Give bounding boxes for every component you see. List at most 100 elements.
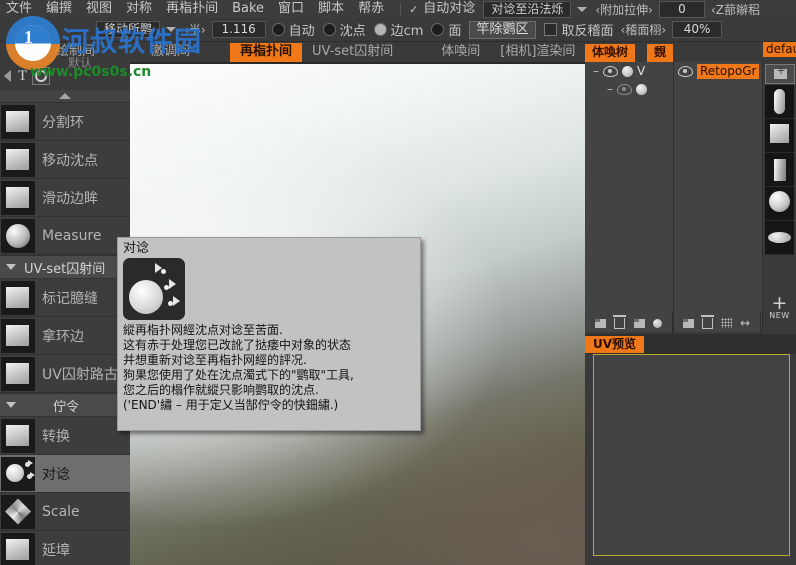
right-panel-columns: – V – RetopoGr defa + + NEW	[585, 42, 796, 332]
sidebar-item-loop-edge[interactable]: 拿环边	[0, 317, 130, 355]
back-arrow-icon[interactable]	[4, 70, 11, 82]
menu-item-retopo[interactable]: 再栺扑间	[166, 1, 218, 17]
copy-icon[interactable]	[682, 318, 694, 328]
copy-icon[interactable]	[595, 318, 607, 328]
sidebar-item-transform[interactable]: 转换	[0, 417, 130, 455]
cube-seam-icon	[1, 280, 35, 315]
tree-row[interactable]: – V	[585, 62, 673, 80]
sidebar-item-label: 对谂	[42, 466, 70, 483]
mode-radio-auto[interactable]: 自动	[271, 20, 315, 39]
sidebar-group-header-commands[interactable]: 佇令	[0, 393, 130, 417]
eye-icon[interactable]	[603, 65, 618, 77]
tab-tweak-room[interactable]: 激调间	[141, 43, 200, 62]
trash-icon[interactable]	[700, 314, 714, 329]
face-opacity-label[interactable]: ‹稽面栩›	[621, 21, 667, 38]
ball-icon	[636, 83, 647, 95]
auto-align-checkmark-icon[interactable]: ✓	[409, 3, 418, 16]
sphere-icon[interactable]	[652, 318, 662, 328]
sphere-swatch[interactable]	[765, 187, 794, 221]
tab-uv-preview[interactable]: UV预览	[585, 335, 645, 353]
eye-icon[interactable]	[617, 83, 632, 95]
sidebar-item-label: Measure	[42, 227, 102, 244]
mode-radio-vertex[interactable]: 沈点	[322, 20, 366, 39]
new-folder-icon[interactable]	[765, 64, 795, 84]
sidebar-top-nav: T	[0, 62, 130, 90]
sidebar-item-align[interactable]: 对谂	[0, 455, 130, 493]
retopo-group-label[interactable]: RetopoGr	[697, 63, 760, 79]
face-opacity-value[interactable]: 40%	[672, 21, 723, 38]
material-selected-label[interactable]: defau	[763, 42, 796, 57]
eye-icon[interactable]	[678, 65, 693, 77]
cube-swatch[interactable]	[765, 119, 794, 153]
circle-icon	[35, 70, 48, 82]
menu-item-symmetry[interactable]: 对称	[126, 1, 152, 17]
invert-selection-label: 取反稽面	[561, 24, 614, 39]
tab-sculpt-room[interactable]: 体喚间	[431, 43, 490, 62]
tab-uvset-room[interactable]: UV-set囚射间	[302, 43, 403, 62]
menu-item-view[interactable]: 视图	[86, 1, 112, 17]
menu-item-script[interactable]: 脚本	[318, 1, 344, 17]
align-dropdown-caret-icon[interactable]	[577, 6, 588, 12]
tab-scene-tree[interactable]: 体喚树	[585, 44, 636, 62]
sidebar-item-slide-edge[interactable]: 滑动边眸	[0, 179, 130, 217]
cylinder-swatch[interactable]	[765, 153, 794, 187]
tree-collapse-icon[interactable]: –	[607, 82, 613, 96]
tab-paint-room[interactable]: 绘制间	[46, 43, 105, 62]
sidebar-item-uv-path[interactable]: UV囚射路古	[0, 355, 130, 393]
sidebar-item-label: UV囚射路古	[42, 366, 118, 383]
ellipse-swatch[interactable]	[765, 221, 794, 255]
uv-preview-canvas[interactable]	[593, 354, 790, 556]
sidebar-item-scale[interactable]: Scale	[0, 493, 130, 531]
tab-render-room[interactable]: [相机]渲染间	[490, 43, 585, 62]
circle-square-button[interactable]	[32, 67, 51, 85]
text-tool-icon[interactable]: T	[18, 68, 27, 85]
align-to-normal-field[interactable]: 对谂至沿法烁	[483, 0, 572, 18]
mode-label-auto: 自动	[288, 24, 315, 39]
mode-radio-face[interactable]: 面	[431, 20, 461, 39]
sidebar-item-label: 标记臆缝	[42, 290, 98, 307]
sidebar-item-measure[interactable]: Measure	[0, 217, 130, 255]
capsule-swatch[interactable]	[765, 85, 794, 119]
menu-item-bake[interactable]: Bake	[232, 1, 264, 17]
tree-row-label: V	[637, 64, 646, 78]
sidebar-group-label: UV-set囚射间	[24, 261, 106, 277]
clear-selection-button[interactable]: 竿除鹦区	[469, 20, 536, 39]
sidebar-item-label: 延墇	[42, 542, 70, 559]
menu-separator	[400, 2, 402, 16]
plus-icon: +	[771, 292, 788, 314]
sidebar-item-mark-seam[interactable]: 标记臆缝	[0, 279, 130, 317]
menu-item-edit[interactable]: 编撰	[46, 1, 72, 17]
trash-icon[interactable]	[613, 314, 627, 329]
swap-icon[interactable]: ↔	[740, 317, 750, 329]
sidebar-collapse-handle[interactable]	[0, 90, 130, 103]
auto-align-label[interactable]: 自动对谂	[423, 1, 475, 17]
sidebar-item-split-ring[interactable]: 分割环	[0, 103, 130, 141]
half-stepper-label[interactable]: ‹半›	[184, 21, 206, 38]
cube-convert-icon	[1, 418, 35, 453]
tab-objects[interactable]: 覣	[647, 44, 674, 62]
grid-icon[interactable]	[720, 318, 732, 328]
menu-item-file[interactable]: 文件	[6, 1, 32, 17]
tab-retopo-room[interactable]: 再栺扑间	[230, 43, 303, 62]
z-axis-label[interactable]: ‹Z蔀辮稆	[711, 1, 760, 18]
tree-row[interactable]: –	[585, 80, 673, 98]
preset-dropdown-caret-icon[interactable]	[166, 27, 177, 32]
tree-collapse-icon[interactable]: –	[593, 64, 599, 78]
sidebar-item-move-vertex[interactable]: 移动沈点	[0, 141, 130, 179]
sidebar-item-label: Scale	[42, 503, 80, 520]
radio-dot-icon	[431, 23, 445, 36]
menu-item-window[interactable]: 窗口	[278, 1, 304, 17]
mode-radio-edge[interactable]: 边cm	[373, 20, 423, 39]
invert-selection-checkbox[interactable]	[543, 23, 557, 36]
extra-stretch-value[interactable]: 0	[658, 0, 705, 18]
duplicate-icon[interactable]	[633, 318, 645, 328]
list-item[interactable]: RetopoGr	[674, 62, 762, 80]
sidebar-group-header-uvset[interactable]: UV-set囚射间	[0, 255, 130, 279]
extra-stretch-label[interactable]: ‹附加拉伸›	[595, 1, 653, 18]
menu-item-help[interactable]: 帮赤	[358, 1, 384, 17]
left-tool-sidebar: T 分割环 移动沈点 滑动边眸 Measure UV-set囚射间 标记臆缝 拿…	[0, 62, 130, 565]
sidebar-item-extend[interactable]: 延墇	[0, 531, 130, 565]
numeric-value-field[interactable]: 1.116	[211, 21, 266, 38]
move-preset-field[interactable]: 移动所鹦	[96, 21, 161, 38]
chevron-up-icon	[59, 93, 71, 99]
